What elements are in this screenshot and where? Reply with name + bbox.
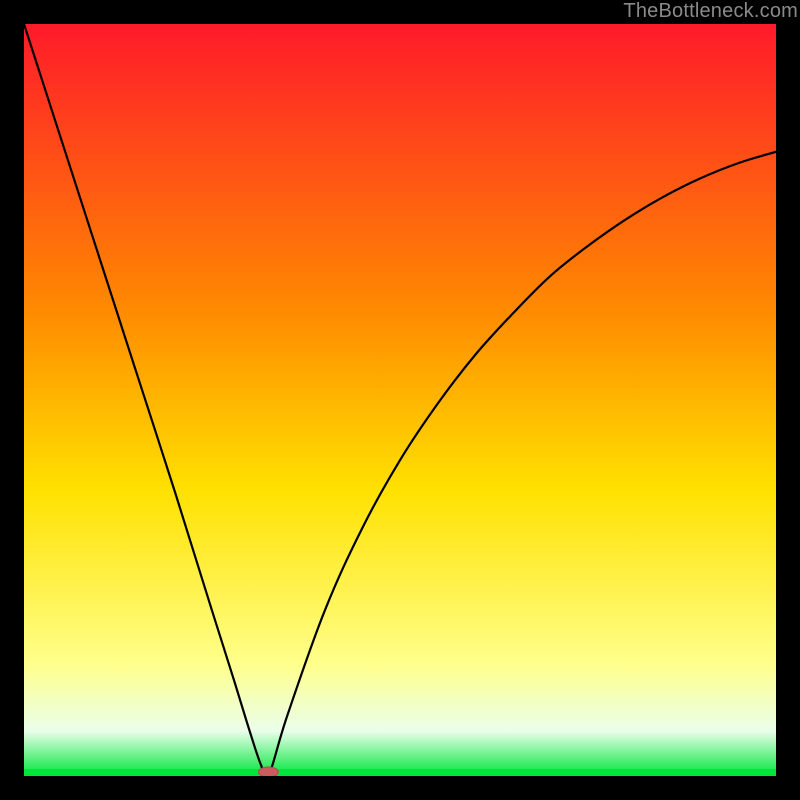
min-marker — [258, 767, 278, 776]
chart-svg — [24, 24, 776, 776]
plot-area — [24, 24, 776, 776]
watermark-text: TheBottleneck.com — [623, 0, 798, 23]
chart-frame: TheBottleneck.com — [0, 0, 800, 800]
floor-strip — [24, 769, 776, 776]
gradient-background — [24, 24, 776, 776]
